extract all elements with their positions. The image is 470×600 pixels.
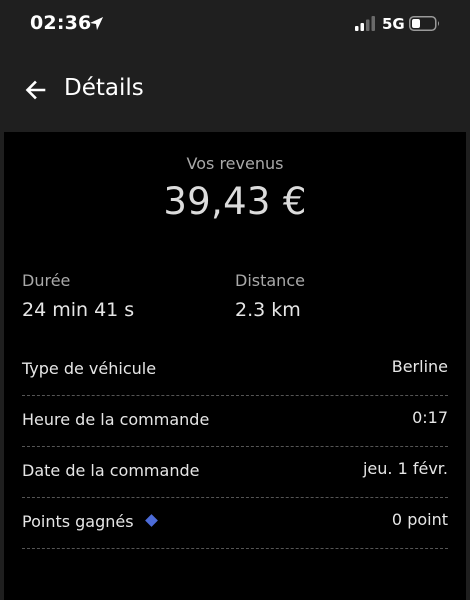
distance-label: Distance xyxy=(235,271,305,290)
detail-row-order-time: Heure de la commande 0:17 xyxy=(22,395,448,447)
detail-row-vehicle-type: Type de véhicule Berline xyxy=(22,344,448,396)
detail-value: 0:17 xyxy=(412,408,448,427)
network-label: 5G xyxy=(382,15,405,33)
detail-value: 0 point xyxy=(391,510,448,529)
location-arrow-icon xyxy=(89,16,104,31)
earnings-label: Vos revenus xyxy=(186,154,284,173)
detail-value: Berline xyxy=(391,357,448,376)
details-screen: 02:36 5G Détails Vos revenus 39,43 € Dur… xyxy=(0,0,470,600)
signal-icon xyxy=(355,16,375,31)
detail-row-points: Points gagnés 0 point xyxy=(22,497,448,549)
detail-value: jeu. 1 févr. xyxy=(362,459,448,478)
status-bar: 02:36 5G xyxy=(0,0,470,52)
earnings-value: 39,43 € xyxy=(163,180,307,223)
battery-icon xyxy=(409,16,439,31)
detail-label: Date de la commande xyxy=(22,461,200,480)
app-header: Détails xyxy=(0,60,470,120)
detail-label: Points gagnés xyxy=(22,512,134,531)
distance-value: 2.3 km xyxy=(235,299,301,321)
duration-value: 24 min 41 s xyxy=(22,299,135,321)
trip-details-card: Vos revenus 39,43 € Durée 24 min 41 s Di… xyxy=(4,132,466,600)
detail-label: Type de véhicule xyxy=(22,359,157,378)
detail-label: Heure de la commande xyxy=(22,410,210,429)
detail-label-with-icon: Points gagnés xyxy=(22,512,158,531)
arrow-left-icon[interactable] xyxy=(22,76,50,104)
detail-row-order-date: Date de la commande jeu. 1 févr. xyxy=(22,446,448,498)
duration-label: Durée xyxy=(22,271,71,290)
diamond-icon xyxy=(144,514,158,527)
status-time: 02:36 xyxy=(30,12,92,34)
page-title: Détails xyxy=(64,75,144,101)
